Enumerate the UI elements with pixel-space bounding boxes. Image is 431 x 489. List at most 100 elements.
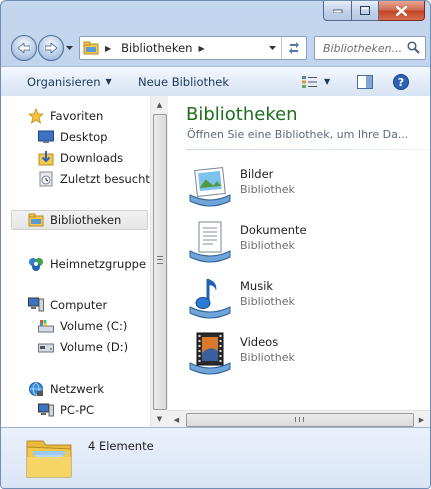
scroll-thumb[interactable] [186, 413, 414, 427]
scroll-thumb[interactable] [153, 114, 167, 410]
navigation-pane: Favoriten Desktop Downloads Zuletzt besu… [1, 96, 150, 427]
maximize-button[interactable] [352, 1, 379, 21]
views-icon [302, 75, 317, 88]
videos-library-icon [189, 332, 231, 375]
details-pane: 4 Elemente [1, 427, 430, 488]
divider [186, 149, 430, 150]
nav-homegroup[interactable]: Heimnetzgruppe [28, 254, 146, 274]
scroll-left-button[interactable]: ◀ [168, 411, 185, 428]
library-pane: Bibliotheken Öffnen Sie eine Bibliothek,… [168, 96, 430, 427]
breadcrumb-separator-end[interactable]: ▶ [198, 44, 204, 53]
nav-item-desktop[interactable]: Desktop [38, 127, 107, 147]
search-box[interactable] [314, 36, 426, 60]
nav-item-label: Volume (C:) [60, 319, 128, 333]
documents-library-icon [189, 221, 231, 263]
library-item-dokumente[interactable]: Dokumente Bibliothek [186, 217, 416, 265]
help-icon: ? [393, 73, 409, 90]
nav-item-label: PC-PC [60, 403, 95, 417]
libraries-folder-icon [26, 440, 72, 478]
library-type: Bibliothek [240, 183, 295, 196]
change-view-button[interactable] [302, 67, 318, 96]
nav-computer-label: Computer [50, 298, 108, 312]
nav-network[interactable]: Netzwerk [28, 379, 104, 399]
horizontal-scrollbar[interactable]: ◀ ▶ [168, 410, 430, 428]
content-area: Favoriten Desktop Downloads Zuletzt besu… [1, 96, 430, 428]
library-type: Bibliothek [240, 351, 295, 364]
nav-computer[interactable]: Computer [28, 295, 107, 315]
chevron-down-icon: ▼ [105, 77, 112, 86]
minimize-button[interactable] [323, 1, 352, 21]
recent-pages-dropdown[interactable] [64, 43, 74, 53]
address-bar[interactable]: ▶ Bibliotheken ▶ [79, 36, 307, 60]
nav-item-pc[interactable]: PC-PC [38, 400, 94, 420]
preview-pane-icon [357, 74, 373, 89]
new-library-label: Neue Bibliothek [138, 74, 230, 89]
explorer-window: ▶ Bibliotheken ▶ Organisieren ▼ Neue Bib… [0, 0, 431, 489]
title-bar[interactable] [1, 1, 430, 29]
homegroup-icon [28, 256, 44, 272]
refresh-button[interactable] [281, 37, 306, 59]
star-icon [28, 108, 44, 124]
library-name: Bilder [240, 167, 274, 181]
library-item-videos[interactable]: Videos Bibliothek [186, 329, 416, 377]
nav-item-recent-places[interactable]: Zuletzt besucht [38, 169, 150, 189]
music-library-icon [189, 279, 231, 319]
item-count: 4 Elemente [88, 439, 154, 453]
libraries-icon [83, 41, 99, 55]
nav-libraries[interactable]: Bibliotheken [11, 210, 148, 230]
caption-buttons [323, 1, 425, 21]
library-name: Musik [240, 279, 274, 293]
help-button[interactable]: ? [393, 67, 409, 96]
chevron-down-icon: ▼ [324, 77, 331, 86]
scroll-up-button[interactable]: ▲ [151, 96, 168, 113]
nav-item-label: Desktop [60, 130, 108, 144]
library-name: Dokumente [240, 223, 307, 237]
network-icon [28, 381, 44, 397]
breadcrumb-separator[interactable]: ▶ [105, 44, 111, 53]
back-arrow-icon [18, 43, 30, 53]
nav-favorites-label: Favoriten [50, 109, 104, 123]
library-type: Bibliothek [240, 295, 295, 308]
recent-places-icon [38, 171, 54, 187]
organize-label: Organisieren [27, 74, 101, 89]
scroll-right-button[interactable]: ▶ [413, 411, 430, 428]
svg-text:?: ? [398, 76, 404, 89]
back-button[interactable] [11, 35, 37, 61]
nav-item-downloads[interactable]: Downloads [38, 148, 123, 168]
library-type: Bibliothek [240, 239, 295, 252]
new-library-button[interactable]: Neue Bibliothek [138, 67, 229, 96]
command-bar: Organisieren ▼ Neue Bibliothek ▼ ? [1, 66, 430, 97]
nav-item-volume-c[interactable]: Volume (C:) [38, 316, 127, 336]
nav-network-label: Netzwerk [50, 382, 105, 396]
close-button[interactable] [379, 1, 425, 21]
pictures-library-icon [189, 167, 231, 207]
library-item-musik[interactable]: Musik Bibliothek [186, 273, 416, 321]
maximize-icon [360, 6, 370, 15]
organize-button[interactable]: Organisieren ▼ [27, 67, 112, 96]
pc-icon [38, 402, 54, 418]
scroll-down-button[interactable]: ▼ [151, 410, 168, 427]
nav-item-volume-d[interactable]: Volume (D:) [38, 337, 128, 357]
drive-icon [38, 339, 54, 355]
nav-item-label: Volume (D:) [60, 340, 129, 354]
library-item-bilder[interactable]: Bilder Bibliothek [186, 161, 416, 209]
preview-pane-button[interactable] [357, 67, 373, 96]
nav-favorites[interactable]: Favoriten [28, 106, 103, 126]
page-subtitle: Öffnen Sie eine Bibliothek, um Ihre Da..… [187, 128, 409, 141]
nav-item-label: Zuletzt besucht [60, 172, 150, 186]
navigation-scrollbar[interactable]: ▲ ▼ [150, 96, 168, 427]
refresh-icon [289, 42, 299, 54]
system-drive-icon [38, 318, 54, 334]
chevron-down-icon [65, 46, 73, 50]
page-title: Bibliotheken [186, 104, 298, 125]
breadcrumb[interactable]: Bibliotheken [121, 41, 192, 55]
computer-icon [28, 297, 44, 313]
address-dropdown[interactable] [264, 37, 280, 59]
search-input[interactable] [321, 40, 405, 56]
close-icon [396, 5, 407, 16]
view-options-dropdown[interactable]: ▼ [324, 67, 330, 96]
search-icon[interactable] [407, 41, 420, 54]
chevron-down-icon [268, 46, 276, 50]
nav-item-label: Downloads [60, 151, 124, 165]
forward-button[interactable] [38, 35, 64, 61]
